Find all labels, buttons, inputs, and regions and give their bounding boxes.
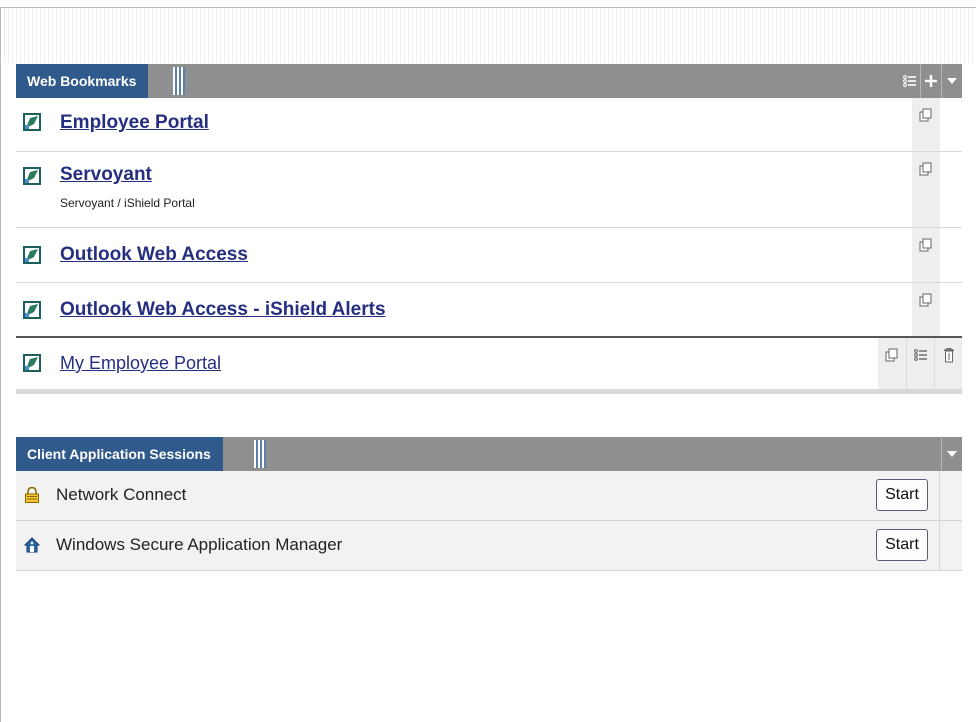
bookmark-link[interactable]: My Employee Portal bbox=[60, 353, 221, 374]
panel-title: Web Bookmarks bbox=[16, 64, 149, 98]
bookmark-row: Outlook Web Access - iShield Alerts bbox=[16, 283, 962, 338]
open-new-window-icon[interactable] bbox=[912, 283, 940, 336]
row-tools bbox=[912, 98, 940, 151]
list-icon[interactable] bbox=[900, 64, 920, 98]
bookmark-link[interactable]: Employee Portal bbox=[60, 112, 209, 134]
bookmark-row: Outlook Web Access bbox=[16, 228, 962, 283]
bookmark-row: My Employee Portal bbox=[16, 338, 962, 390]
add-bookmark-icon[interactable] bbox=[920, 64, 941, 98]
decorative-banner bbox=[1, 8, 976, 63]
web-page-icon bbox=[23, 113, 41, 131]
row-tools bbox=[912, 152, 940, 227]
row-tools bbox=[878, 338, 962, 389]
web-bookmarks-header: Web Bookmarks bbox=[16, 64, 962, 98]
web-bookmarks-panel: Web Bookmarks Employee Portal Servoyant … bbox=[16, 64, 962, 394]
drag-handle[interactable] bbox=[254, 440, 266, 468]
web-page-icon bbox=[23, 246, 41, 264]
bookmark-row: Employee Portal bbox=[16, 98, 962, 152]
start-button[interactable]: Start bbox=[876, 529, 928, 561]
edit-list-icon[interactable] bbox=[906, 338, 934, 389]
house-icon bbox=[24, 537, 40, 553]
open-new-window-icon[interactable] bbox=[912, 228, 940, 282]
bookmark-row: Servoyant Servoyant / iShield Portal bbox=[16, 152, 962, 228]
lock-icon bbox=[25, 487, 39, 503]
client-app-label: Windows Secure Application Manager bbox=[56, 535, 343, 554]
web-page-icon bbox=[23, 301, 41, 319]
collapse-triangle-icon[interactable] bbox=[941, 64, 962, 98]
web-page-icon bbox=[23, 167, 41, 185]
row-tools bbox=[912, 283, 940, 336]
web-page-icon bbox=[23, 354, 41, 372]
client-application-sessions-panel: Client Application Sessions Network Conn… bbox=[16, 437, 962, 571]
collapse-triangle-icon[interactable] bbox=[941, 437, 962, 471]
bookmark-link[interactable]: Servoyant bbox=[60, 164, 152, 186]
panel-footer bbox=[16, 390, 962, 394]
bookmark-link[interactable]: Outlook Web Access - iShield Alerts bbox=[60, 299, 386, 321]
bookmark-description: Servoyant / iShield Portal bbox=[60, 196, 195, 210]
open-new-window-icon[interactable] bbox=[912, 98, 940, 151]
client-app-label: Network Connect bbox=[56, 485, 187, 504]
open-new-window-icon[interactable] bbox=[912, 152, 940, 227]
bookmark-link[interactable]: Outlook Web Access bbox=[60, 244, 248, 266]
client-app-row: Network Connect Start bbox=[16, 471, 962, 521]
trash-icon[interactable] bbox=[934, 338, 962, 389]
open-new-window-icon[interactable] bbox=[878, 338, 906, 389]
row-tools bbox=[912, 228, 940, 282]
client-apps-header: Client Application Sessions bbox=[16, 437, 962, 471]
panel-title: Client Application Sessions bbox=[16, 437, 223, 471]
start-button[interactable]: Start bbox=[876, 479, 928, 511]
drag-handle[interactable] bbox=[173, 67, 185, 95]
client-app-row: Windows Secure Application Manager Start bbox=[16, 521, 962, 571]
